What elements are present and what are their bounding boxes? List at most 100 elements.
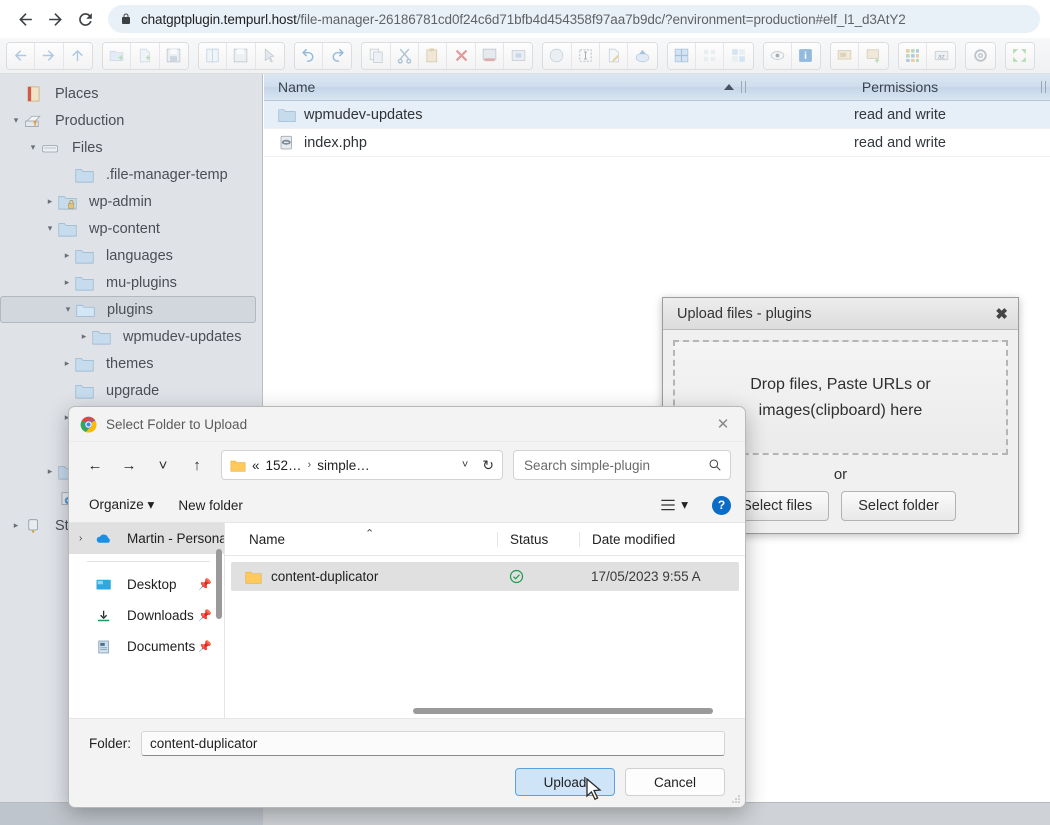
toolbar-delete-button[interactable] [447,43,475,69]
breadcrumb-item-1[interactable]: 152… [266,458,302,473]
refresh-icon[interactable]: ↻ [482,457,494,474]
toolbar-redo-button[interactable] [323,43,351,69]
nav-recent-locations-button[interactable]: ˅ [147,450,179,480]
toolbar-save-button[interactable] [160,43,188,69]
chevron-right-icon[interactable]: ▸ [8,520,24,531]
view-options-button[interactable]: ▾ [660,497,688,513]
resize-grip-icon[interactable] [731,794,741,804]
toolbar-sort-az-button[interactable]: az [927,43,955,69]
dialog-file-row[interactable]: content-duplicator17/05/2023 9:55 A [231,562,739,591]
nav-back-button[interactable]: ← [79,450,111,480]
chevron-right-icon[interactable]: ▸ [59,277,75,288]
tree-item-themes[interactable]: ▸themes [0,350,262,377]
toolbar-info-button[interactable] [792,43,820,69]
toolbar-edit-button[interactable] [600,43,628,69]
toolbar-archive-button[interactable] [504,43,532,69]
breadcrumb-item-2[interactable]: simple… [317,458,370,473]
toolbar-preview-button[interactable] [764,43,792,69]
folder-name-input[interactable]: content-duplicator [141,731,725,756]
column-header-name[interactable]: Name ⌃ [225,532,497,547]
close-icon[interactable]: ✕ [701,408,745,441]
nav-up-button[interactable]: ↑ [181,450,213,480]
column-header-date-modified[interactable]: Date modified [579,532,745,547]
toolbar-up-button[interactable] [64,43,92,69]
toolbar-open-button[interactable] [199,43,227,69]
tree-item-languages[interactable]: ▸languages [0,242,262,269]
pin-icon[interactable]: 📌 [198,609,212,622]
pin-icon[interactable]: 📌 [198,578,212,591]
dialog-titlebar[interactable]: Select Folder to Upload ✕ [69,407,745,442]
toolbar-undo-button[interactable] [295,43,323,69]
nav-forward-button[interactable]: → [113,450,145,480]
tree-item-places[interactable]: Places [0,80,262,107]
cancel-button[interactable]: Cancel [625,768,725,796]
toolbar-back-button[interactable] [7,43,35,69]
column-header-name[interactable]: Name [264,79,750,95]
column-resize-handle[interactable] [741,81,746,93]
sidebar-item-desktop[interactable]: Desktop📌 [69,569,224,600]
pin-icon[interactable]: 📌 [198,640,212,653]
column-header-status[interactable]: Status [497,532,579,547]
tree-item--file-manager-temp[interactable]: .file-manager-temp [0,161,262,188]
browser-reload-button[interactable] [70,4,100,34]
toolbar-paste-button[interactable] [419,43,447,69]
address-bar[interactable]: chatgptplugin.tempurl.host/file-manager-… [108,5,1040,33]
tree-item-plugins[interactable]: ▾plugins [0,296,256,323]
select-folder-button[interactable]: Select folder [841,491,956,521]
toolbar-view-grid-button[interactable] [668,43,696,69]
sidebar-item-downloads[interactable]: Downloads📌 [69,600,224,631]
tree-item-files[interactable]: ▾Files [0,134,262,161]
new-folder-button[interactable]: New folder [178,498,243,513]
close-icon[interactable]: ✖ [995,305,1008,323]
toolbar-select-button[interactable] [256,43,284,69]
file-list-horizontal-scrollbar[interactable] [413,708,713,714]
browser-forward-button[interactable] [40,4,70,34]
table-row[interactable]: wpmudev-updatesread and write [264,101,1050,129]
help-button[interactable]: ? [712,496,731,515]
toolbar-copy-button[interactable] [362,43,390,69]
toolbar-new-file-button[interactable] [131,43,159,69]
chevron-down-icon[interactable]: ▾ [8,115,24,126]
toolbar-view-icons-button[interactable] [696,43,724,69]
toolbar-thumbnails-button[interactable] [899,43,927,69]
chevron-right-icon[interactable]: ▸ [76,331,92,342]
toolbar-extract-button[interactable] [543,43,571,69]
sidebar-item-documents[interactable]: Documents📌 [69,631,224,662]
toolbar-rename-button[interactable] [476,43,504,69]
chevron-down-icon[interactable]: ▾ [25,142,41,153]
toolbar-cut-button[interactable] [391,43,419,69]
chevron-right-icon[interactable]: ▸ [59,250,75,261]
toolbar-fullscreen-button[interactable] [1006,43,1034,69]
tree-item-upgrade[interactable]: upgrade [0,377,262,404]
organize-button[interactable]: Organize ▾ [89,497,154,513]
toolbar-new-folder-button[interactable] [103,43,131,69]
column-header-permissions[interactable]: Permissions [750,79,1050,95]
search-input[interactable]: Search simple-plugin [513,450,731,480]
browser-back-button[interactable] [10,4,40,34]
breadcrumb-overflow[interactable]: « [252,458,260,473]
toolbar-select-all-button[interactable] [572,43,600,69]
column-resize-handle[interactable] [1041,81,1046,93]
chevron-right-icon[interactable]: ▸ [42,466,58,477]
toolbar-download-button[interactable] [227,43,255,69]
table-row[interactable]: index.phpread and write [264,129,1050,157]
toolbar-settings-button[interactable] [966,43,994,69]
tree-item-wp-admin[interactable]: ▸wp-admin [0,188,262,215]
toolbar-resize-add-button[interactable] [859,43,887,69]
toolbar-resize-button[interactable] [831,43,859,69]
chevron-down-icon[interactable]: ▾ [42,223,58,234]
chevron-right-icon[interactable]: ▸ [42,196,58,207]
toolbar-upload-button[interactable] [628,43,656,69]
sidebar-item-martin-persona[interactable]: ›Martin - Persona [69,523,224,554]
upload-dialog-titlebar[interactable]: Upload files - plugins ✖ [663,298,1018,330]
chevron-down-icon[interactable]: ▾ [60,304,76,315]
toolbar-view-list-button[interactable] [724,43,752,69]
tree-item-wp-content[interactable]: ▾wp-content [0,215,262,242]
tree-item-wpmudev-updates[interactable]: ▸wpmudev-updates [0,323,262,350]
sidebar-scrollbar[interactable] [216,549,222,619]
breadcrumb[interactable]: « 152… › simple… ˅ ↻ [221,450,503,480]
chevron-right-icon[interactable]: ▸ [59,358,75,369]
chevron-down-icon[interactable]: ˅ [462,459,468,471]
tree-item-mu-plugins[interactable]: ▸mu-plugins [0,269,262,296]
chevron-right-icon[interactable]: › [79,533,95,544]
